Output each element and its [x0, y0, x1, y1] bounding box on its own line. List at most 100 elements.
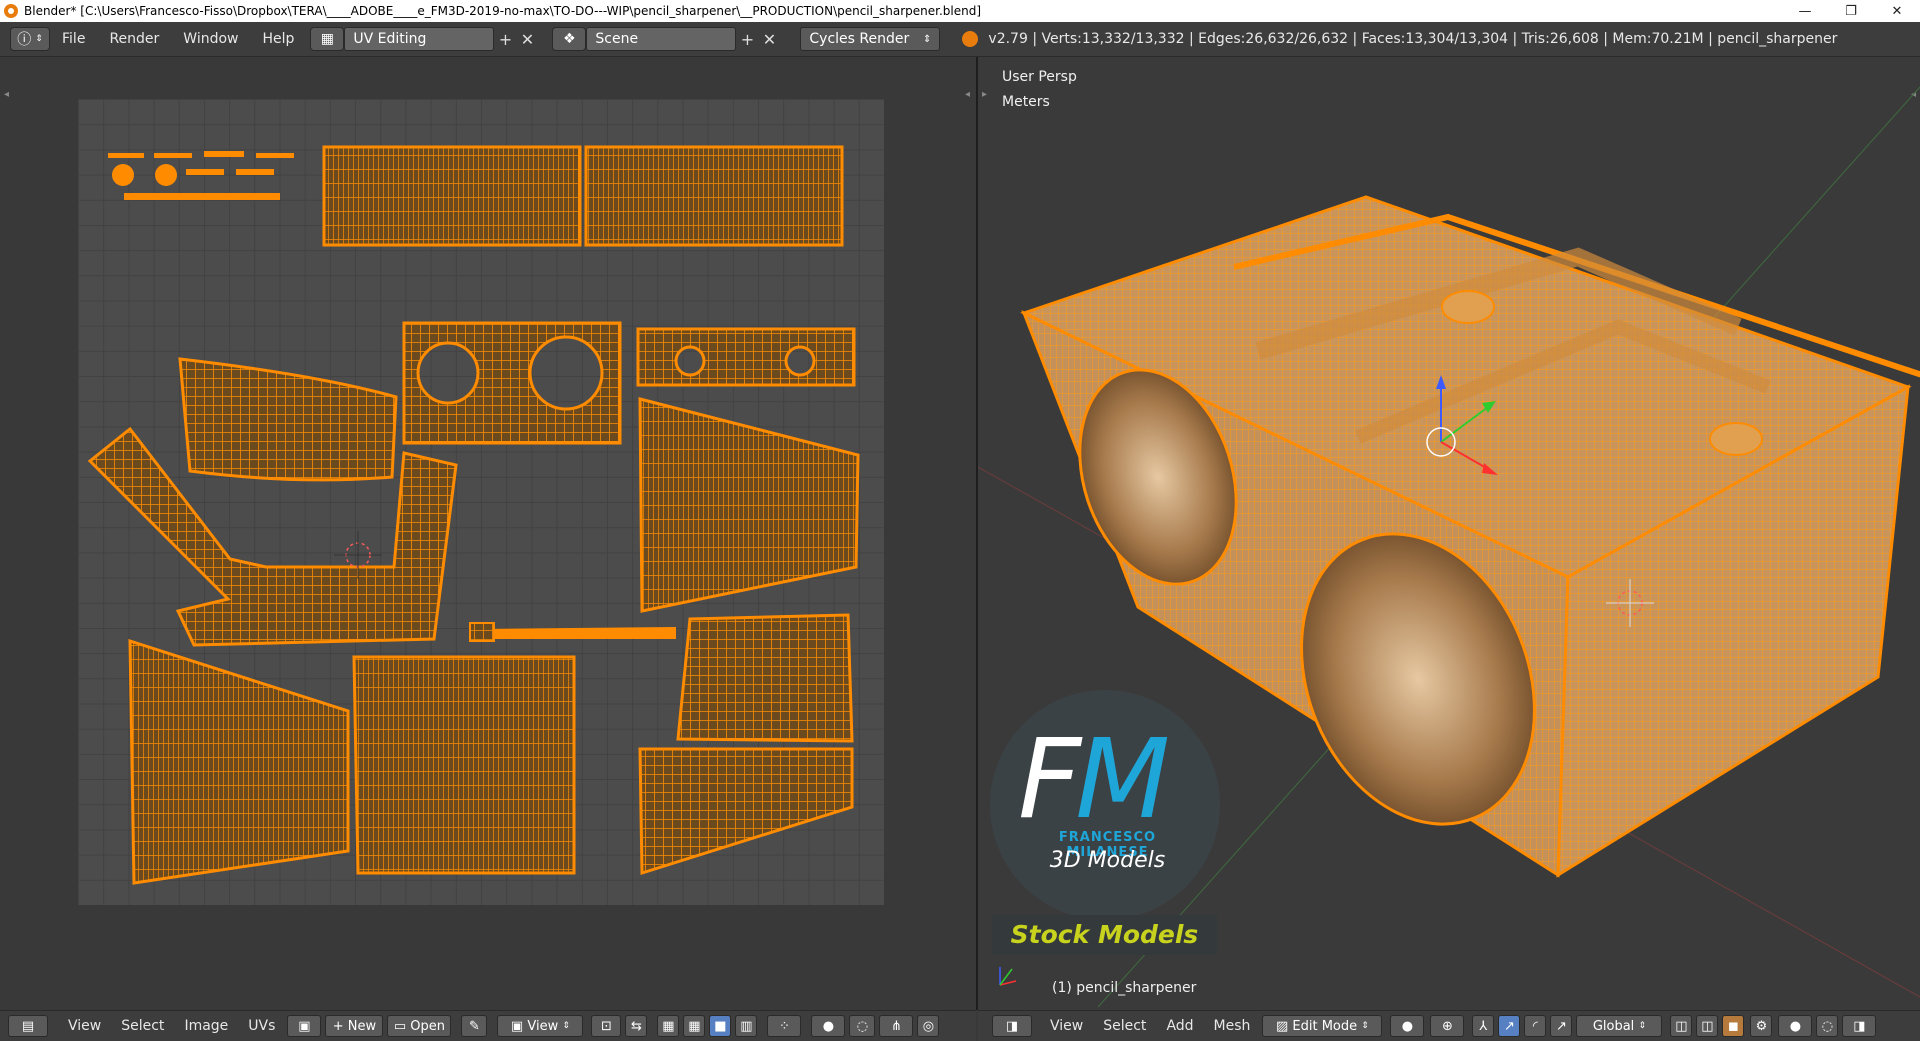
3d-proportional-edit-dropdown[interactable]: ●: [1778, 1015, 1813, 1037]
layout-grid-icon: ▦: [320, 31, 335, 47]
view-mode-icon: ▣: [510, 1018, 524, 1034]
dropdown-arrows-icon: ⇕: [1638, 1021, 1646, 1031]
scene-selector[interactable]: ❖: [552, 27, 587, 51]
snap-element-dropdown[interactable]: ⋔: [879, 1015, 914, 1037]
uv-view-mode-dropdown[interactable]: ▣ View ⇕: [497, 1015, 584, 1037]
edge-select-mode-button[interactable]: ◫: [1696, 1015, 1719, 1037]
3d-view-header: ◨ View Select Add Mesh ▨ Edit Mode ⇕ ● ⊕…: [978, 1010, 1920, 1041]
manipulator-toggle[interactable]: ⅄: [1472, 1015, 1495, 1037]
uv-menu-uvs[interactable]: UVs: [238, 1018, 285, 1034]
sync-select-button[interactable]: ⇆: [625, 1015, 648, 1037]
menu-help[interactable]: Help: [250, 22, 306, 56]
uv-extra-button[interactable]: ◎: [917, 1015, 940, 1037]
sticky-icon: ⁘: [778, 1018, 790, 1034]
pivot-icon: ⊡: [600, 1018, 612, 1034]
dropdown-arrows-icon: ⇕: [1361, 1021, 1369, 1031]
pivot-button[interactable]: ⊡: [591, 1015, 622, 1037]
uv-editor-type-button[interactable]: ▤: [8, 1015, 48, 1037]
island-select-button[interactable]: ▥: [735, 1015, 758, 1037]
minimize-button[interactable]: —: [1782, 0, 1828, 22]
remove-scene-icon[interactable]: ✕: [758, 27, 780, 51]
plus-icon: +: [332, 1018, 344, 1034]
dropdown-arrows-icon: ⇕: [923, 33, 932, 45]
pin-image-button[interactable]: ✎: [461, 1015, 488, 1037]
view-mode-label: View: [527, 1018, 559, 1034]
sticky-select-dropdown[interactable]: ⁘: [767, 1015, 802, 1037]
3d-menu-select[interactable]: Select: [1093, 1018, 1156, 1034]
3d-snap-element-icon: ◨: [1853, 1018, 1866, 1034]
snap-toggle-button[interactable]: ◌: [849, 1015, 876, 1037]
uv-menu-select[interactable]: Select: [111, 1018, 174, 1034]
new-image-button[interactable]: + New: [325, 1015, 384, 1037]
vertex-select-button[interactable]: ▦: [657, 1015, 680, 1037]
edge-select-icon: ▦: [688, 1018, 701, 1034]
rotate-icon: ◜: [1532, 1018, 1538, 1034]
limit-selection-icon: ⚙: [1755, 1018, 1768, 1034]
mode-label: Edit Mode: [1292, 1018, 1358, 1034]
pivot-point-dropdown[interactable]: ⊕: [1430, 1015, 1465, 1037]
3d-menu-add[interactable]: Add: [1156, 1018, 1203, 1034]
shading-dropdown[interactable]: ●: [1390, 1015, 1425, 1037]
mode-dropdown[interactable]: ▨ Edit Mode ⇕: [1262, 1015, 1383, 1037]
3d-menu-view[interactable]: View: [1040, 1018, 1093, 1034]
active-object-label: (1) pencil_sharpener: [1052, 980, 1197, 996]
proportional-icon: ●: [822, 1018, 835, 1034]
3d-editor-type-button[interactable]: ◨: [992, 1015, 1032, 1037]
rotate-manipulator-button[interactable]: ◜: [1524, 1015, 1547, 1037]
scene-field[interactable]: Scene: [586, 27, 737, 51]
editor-type-info-button[interactable]: ⓘ ⇕: [10, 27, 50, 51]
menu-file[interactable]: File: [50, 22, 97, 56]
title-bar: Blender* [C:\Users\Francesco-Fisso\Dropb…: [0, 0, 1920, 22]
render-engine-dropdown[interactable]: Cycles Render ⇕: [800, 27, 941, 51]
axis-gizmo: [999, 967, 1017, 986]
face-select-icon: ■: [714, 1018, 727, 1034]
folder-icon: ▭: [393, 1018, 407, 1034]
3d-proportional-icon: ●: [1789, 1018, 1802, 1034]
menu-window[interactable]: Window: [171, 22, 250, 56]
right-area-corner-icon[interactable]: ◂: [965, 89, 970, 100]
3d-menu-mesh[interactable]: Mesh: [1204, 1018, 1261, 1034]
info-header: ⓘ ⇕ File Render Window Help ▦ UV Editing …: [0, 22, 1920, 57]
orientation-dropdown[interactable]: Global ⇕: [1576, 1015, 1663, 1037]
pin-icon: ✎: [468, 1018, 480, 1034]
uv-menu-view[interactable]: View: [58, 1018, 111, 1034]
scale-manipulator-button[interactable]: ↗: [1550, 1015, 1573, 1037]
proportional-edit-dropdown[interactable]: ●: [811, 1015, 846, 1037]
open-image-button[interactable]: ▭ Open: [387, 1015, 452, 1037]
snap-element-icon: ⋔: [890, 1018, 902, 1034]
face-mode-icon: ◼: [1728, 1018, 1739, 1034]
limit-selection-button[interactable]: ⚙: [1750, 1015, 1773, 1037]
restore-button[interactable]: ❐: [1828, 0, 1874, 22]
uv-image-editor[interactable]: ◂ ◂: [0, 57, 978, 1010]
menu-render[interactable]: Render: [97, 22, 171, 56]
edge-select-button[interactable]: ▦: [683, 1015, 706, 1037]
edge-mode-icon: ◫: [1701, 1018, 1714, 1034]
remove-layout-icon[interactable]: ✕: [516, 27, 538, 51]
translate-manipulator-button[interactable]: ↗: [1498, 1015, 1521, 1037]
snap-icon: ◌: [856, 1018, 869, 1034]
vertex-mode-icon: ◫: [1675, 1018, 1688, 1034]
scene-icon: ❖: [563, 31, 576, 47]
screen-layout-field[interactable]: UV Editing: [344, 27, 495, 51]
left-area-corner-icon[interactable]: ◂: [4, 89, 9, 100]
uv-menu-image[interactable]: Image: [174, 1018, 238, 1034]
new-label: New: [347, 1018, 377, 1034]
scene-stats: v2.79 | Verts:13,332/13,332 | Edges:26,6…: [988, 31, 1838, 47]
vertex-select-mode-button[interactable]: ◫: [1670, 1015, 1693, 1037]
info-icon: ⓘ: [17, 32, 32, 48]
window-title: Blender* [C:\Users\Francesco-Fisso\Dropb…: [24, 4, 981, 18]
face-select-mode-button[interactable]: ◼: [1722, 1015, 1745, 1037]
browse-image-button[interactable]: ▣: [287, 1015, 322, 1037]
pivot-point-icon: ⊕: [1441, 1018, 1453, 1034]
face-select-button[interactable]: ■: [709, 1015, 732, 1037]
render-engine-label: Cycles Render: [809, 31, 910, 47]
add-scene-icon[interactable]: +: [736, 27, 758, 51]
uv-grid[interactable]: [78, 99, 884, 905]
add-layout-icon[interactable]: +: [494, 27, 516, 51]
screen-layout-selector[interactable]: ▦: [310, 27, 345, 51]
3d-snap-icon: ◌: [1821, 1018, 1834, 1034]
close-button[interactable]: ✕: [1874, 0, 1920, 22]
image-editor-icon: ▤: [21, 1018, 35, 1034]
3d-snap-element-dropdown[interactable]: ◨: [1842, 1015, 1877, 1037]
3d-snap-toggle[interactable]: ◌: [1816, 1015, 1839, 1037]
